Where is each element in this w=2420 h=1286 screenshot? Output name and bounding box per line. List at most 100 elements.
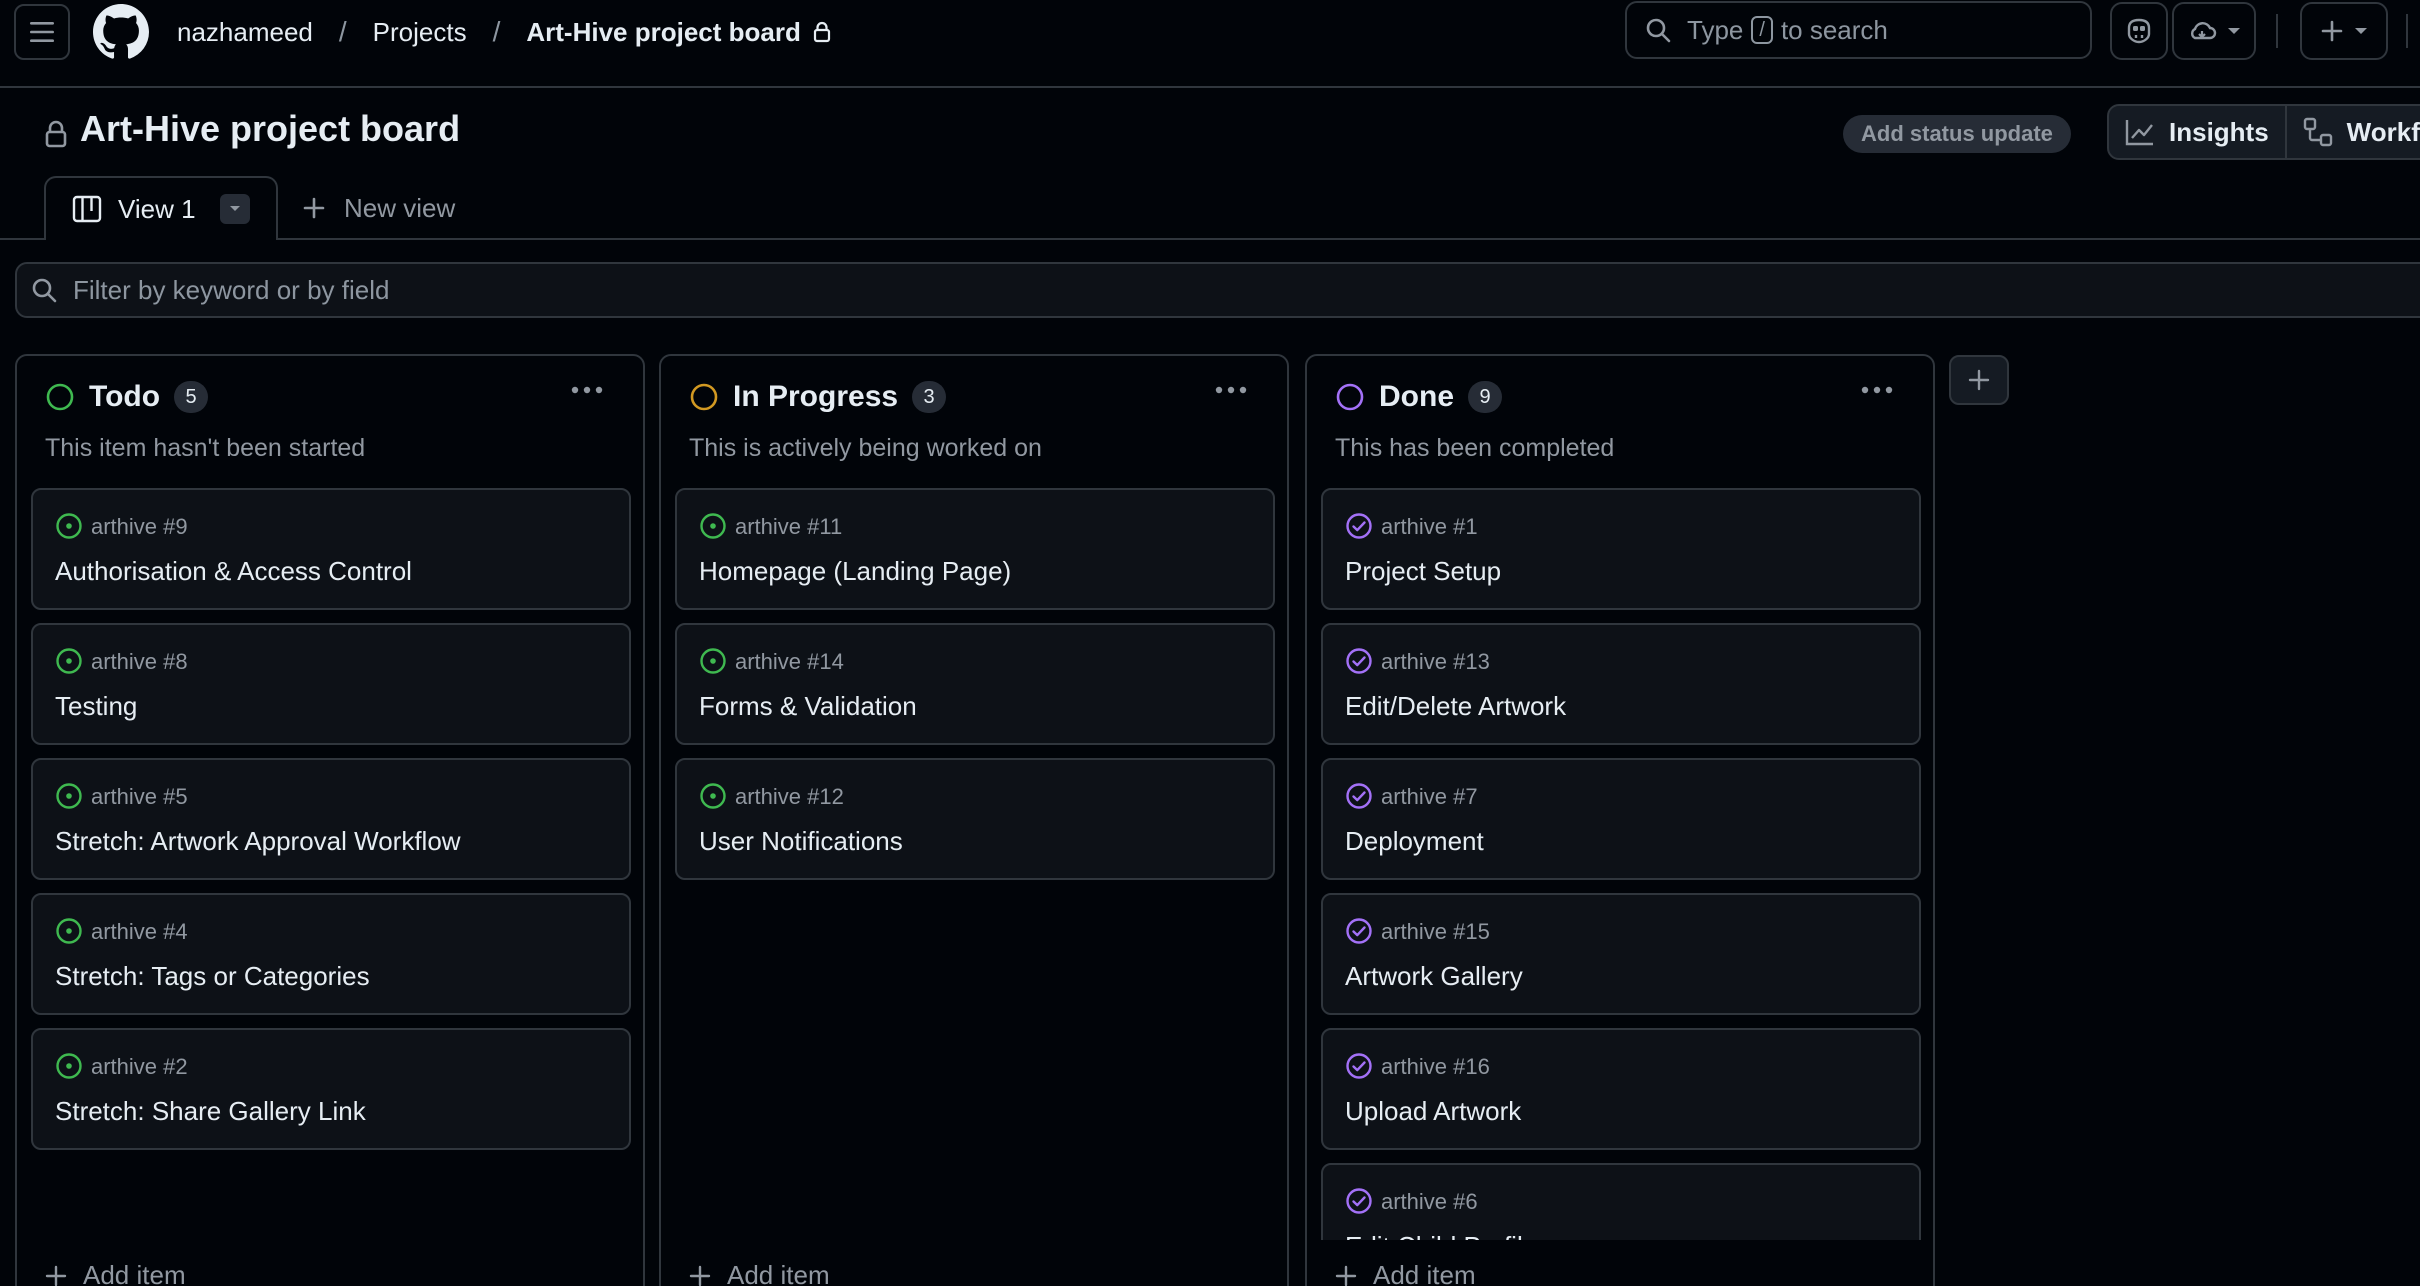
card-title[interactable]: Edit Child Profile <box>1345 1231 1537 1240</box>
card-repo-ref[interactable]: arthive #4 <box>91 919 188 945</box>
card-title[interactable]: Stretch: Artwork Approval Workflow <box>55 826 461 857</box>
global-header: nazhameed / Projects / Art-Hive project … <box>0 0 2420 88</box>
board-column: Done 9 This has been completed arthive #… <box>1305 354 1935 1286</box>
header-divider <box>2406 14 2408 48</box>
issue-card[interactable]: arthive #13 Edit/Delete Artwork <box>1321 623 1921 745</box>
card-repo-ref[interactable]: arthive #6 <box>1381 1189 1478 1215</box>
card-repo-ref[interactable]: arthive #8 <box>91 649 188 675</box>
column-menu-button[interactable] <box>571 386 603 394</box>
tab-label: View 1 <box>118 193 196 224</box>
card-title[interactable]: Homepage (Landing Page) <box>699 556 1011 587</box>
issue-opened-icon <box>699 782 727 810</box>
issue-card[interactable]: arthive #1 Project Setup <box>1321 488 1921 610</box>
issue-card[interactable]: arthive #11 Homepage (Landing Page) <box>675 488 1275 610</box>
search-shortcut-key: / <box>1751 16 1773 44</box>
card-title[interactable]: Project Setup <box>1345 556 1501 587</box>
issue-opened-icon <box>55 782 83 810</box>
card-title[interactable]: Artwork Gallery <box>1345 961 1523 992</box>
card-title[interactable]: Edit/Delete Artwork <box>1345 691 1566 722</box>
card-repo-ref[interactable]: arthive #1 <box>1381 514 1478 540</box>
board-column: Todo 5 This item hasn't been started art… <box>15 354 645 1286</box>
codespaces-button[interactable] <box>2172 2 2256 60</box>
card-title[interactable]: Forms & Validation <box>699 691 917 722</box>
card-repo-ref[interactable]: arthive #9 <box>91 514 188 540</box>
breadcrumb-separator: / <box>492 16 501 47</box>
issue-card[interactable]: arthive #7 Deployment <box>1321 758 1921 880</box>
issue-card[interactable]: arthive #12 User Notifications <box>675 758 1275 880</box>
card-repo-ref[interactable]: arthive #13 <box>1381 649 1490 675</box>
add-item-button[interactable]: Add item <box>45 1260 186 1286</box>
card-title[interactable]: Authorisation & Access Control <box>55 556 412 587</box>
card-repo-ref[interactable]: arthive #16 <box>1381 1054 1490 1080</box>
card-repo-ref[interactable]: arthive #14 <box>735 649 844 675</box>
issue-closed-icon <box>1345 647 1373 675</box>
issue-opened-icon <box>55 512 83 540</box>
issue-opened-icon <box>699 512 727 540</box>
view-options-button[interactable] <box>219 194 250 224</box>
card-title[interactable]: Deployment <box>1345 826 1484 857</box>
card-repo-ref[interactable]: arthive #5 <box>91 784 188 810</box>
add-item-button[interactable]: Add item <box>689 1260 830 1286</box>
breadcrumb-projects[interactable]: Projects <box>373 17 467 48</box>
global-search-input[interactable]: Type / to search <box>1625 1 2092 59</box>
issue-opened-icon <box>55 647 83 675</box>
breadcrumb-project[interactable]: Art-Hive project board <box>526 17 801 48</box>
card-repo-ref[interactable]: arthive #11 <box>735 514 842 540</box>
issue-card[interactable]: arthive #9 Authorisation & Access Contro… <box>31 488 631 610</box>
project-title: Art-Hive project board <box>80 108 461 149</box>
filter-placeholder: Filter by keyword or by field <box>73 274 390 305</box>
insights-label: Insights <box>2169 116 2269 147</box>
status-circle-icon <box>1335 382 1365 412</box>
insights-button[interactable]: Insights <box>2109 106 2285 158</box>
plus-icon <box>2320 19 2344 43</box>
column-title: Todo <box>89 380 161 413</box>
search-icon <box>31 277 57 303</box>
breadcrumb-owner[interactable]: nazhameed <box>177 17 313 48</box>
lock-icon <box>813 21 831 43</box>
issue-card[interactable]: arthive #8 Testing <box>31 623 631 745</box>
breadcrumb: nazhameed / Projects / Art-Hive project … <box>177 0 831 64</box>
lock-icon <box>44 120 68 148</box>
hamburger-icon <box>29 21 55 43</box>
card-repo-ref[interactable]: arthive #7 <box>1381 784 1478 810</box>
card-repo-ref[interactable]: arthive #2 <box>91 1054 188 1080</box>
card-title[interactable]: Upload Artwork <box>1345 1096 1521 1127</box>
card-title[interactable]: User Notifications <box>699 826 903 857</box>
column-header: Done 9 <box>1335 380 1502 414</box>
create-new-button[interactable] <box>2300 2 2388 60</box>
issue-card[interactable]: arthive #5 Stretch: Artwork Approval Wor… <box>31 758 631 880</box>
issue-opened-icon <box>699 647 727 675</box>
card-repo-ref[interactable]: arthive #12 <box>735 784 844 810</box>
issue-card[interactable]: arthive #6 Edit Child Profile <box>1321 1163 1921 1240</box>
board-column: In Progress 3 This is actively being wor… <box>659 354 1289 1286</box>
workflows-button[interactable]: Workflo <box>2284 106 2420 158</box>
search-suffix: to search <box>1780 14 1888 45</box>
tab-view-1[interactable]: View 1 <box>44 176 278 240</box>
issue-card[interactable]: arthive #4 Stretch: Tags or Categories <box>31 893 631 1015</box>
issue-card[interactable]: arthive #14 Forms & Validation <box>675 623 1275 745</box>
search-prefix: Type <box>1687 14 1744 45</box>
card-title[interactable]: Stretch: Share Gallery Link <box>55 1096 366 1127</box>
status-circle-icon <box>689 382 719 412</box>
issue-card[interactable]: arthive #2 Stretch: Share Gallery Link <box>31 1028 631 1150</box>
chevron-down-icon <box>2354 26 2368 36</box>
card-list: arthive #1 Project Setup arthive #13 Edi… <box>1321 488 1921 1240</box>
card-repo-ref[interactable]: arthive #15 <box>1381 919 1490 945</box>
new-view-button[interactable]: New view <box>302 176 455 240</box>
add-status-update-button[interactable]: Add status update <box>1843 115 2071 153</box>
github-logo-icon[interactable] <box>93 4 149 60</box>
issue-card[interactable]: arthive #15 Artwork Gallery <box>1321 893 1921 1015</box>
add-column-button[interactable] <box>1949 355 2009 405</box>
column-menu-button[interactable] <box>1215 386 1247 394</box>
issue-card[interactable]: arthive #16 Upload Artwork <box>1321 1028 1921 1150</box>
add-item-button[interactable]: Add item <box>1335 1260 1476 1286</box>
card-title[interactable]: Stretch: Tags or Categories <box>55 961 370 992</box>
column-menu-button[interactable] <box>1861 386 1893 394</box>
chevron-down-icon <box>2227 26 2241 36</box>
menu-button[interactable] <box>14 4 70 60</box>
filter-input[interactable]: Filter by keyword or by field <box>15 262 2420 318</box>
copilot-button[interactable] <box>2110 2 2168 60</box>
column-description: This has been completed <box>1335 434 1615 462</box>
column-count: 5 <box>174 381 209 413</box>
card-title[interactable]: Testing <box>55 691 137 722</box>
